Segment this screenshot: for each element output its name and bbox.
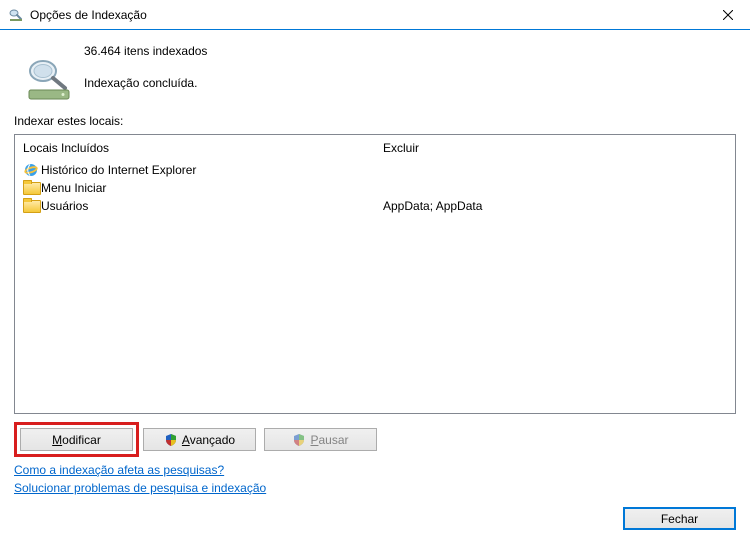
list-item-label: Menu Iniciar (41, 181, 106, 195)
pause-button: Pausar (264, 428, 377, 451)
status-row: 36.464 itens indexados Indexação concluí… (14, 38, 736, 102)
list-item[interactable]: Menu Iniciar (15, 179, 375, 197)
exclude-column: AppData; AppData (375, 161, 735, 413)
button-row: Modificar Avançado Pausar (14, 422, 736, 457)
folder-icon (23, 180, 39, 196)
highlight-box: Modificar (14, 422, 139, 457)
list-item[interactable]: Usuários (15, 197, 375, 215)
status-text: 36.464 itens indexados Indexação concluí… (84, 38, 207, 102)
modify-label: Modificar (52, 433, 101, 447)
list-item[interactable]: Histórico do Internet Explorer (15, 161, 375, 179)
locations-label: Indexar estes locais: (14, 114, 736, 128)
list-item-label: Histórico do Internet Explorer (41, 163, 196, 177)
footer-row: Fechar (14, 507, 736, 530)
link-how-indexing-affects[interactable]: Como a indexação afeta as pesquisas? (14, 463, 224, 477)
close-icon[interactable] (705, 0, 750, 29)
column-header-included[interactable]: Locais Incluídos (15, 135, 375, 161)
links-wrap: Como a indexação afeta as pesquisas? Sol… (14, 463, 736, 499)
exclude-item[interactable]: AppData; AppData (375, 197, 735, 215)
exclude-empty-row (375, 161, 735, 179)
modify-button[interactable]: Modificar (20, 428, 133, 451)
exclude-empty-row (375, 179, 735, 197)
magnifier-drive-icon (25, 56, 73, 102)
folder-icon (23, 198, 39, 214)
advanced-button[interactable]: Avançado (143, 428, 256, 451)
indexing-complete: Indexação concluída. (84, 76, 207, 90)
locations-listbox: Locais Incluídos Excluir Histórico do In… (14, 134, 736, 414)
close-button[interactable]: Fechar (623, 507, 736, 530)
titlebar-text: Opções de Indexação (30, 8, 705, 22)
listbox-headers: Locais Incluídos Excluir (15, 135, 735, 161)
pause-label: Pausar (310, 433, 348, 447)
shield-icon (164, 433, 178, 447)
indexing-options-icon (8, 7, 24, 23)
indexed-count: 36.464 itens indexados (84, 44, 207, 58)
shield-icon (292, 433, 306, 447)
included-column: Histórico do Internet Explorer Menu Inic… (15, 161, 375, 413)
dialog-content: 36.464 itens indexados Indexação concluí… (0, 30, 750, 540)
titlebar: Opções de Indexação (0, 0, 750, 30)
status-icon-wrap (14, 38, 84, 102)
column-header-exclude[interactable]: Excluir (375, 135, 735, 161)
list-item-label: Usuários (41, 199, 88, 213)
listbox-body: Histórico do Internet Explorer Menu Inic… (15, 161, 735, 413)
link-troubleshoot[interactable]: Solucionar problemas de pesquisa e index… (14, 481, 266, 495)
exclude-item-label: AppData; AppData (383, 199, 482, 213)
advanced-label: Avançado (182, 433, 235, 447)
ie-icon (23, 162, 39, 178)
